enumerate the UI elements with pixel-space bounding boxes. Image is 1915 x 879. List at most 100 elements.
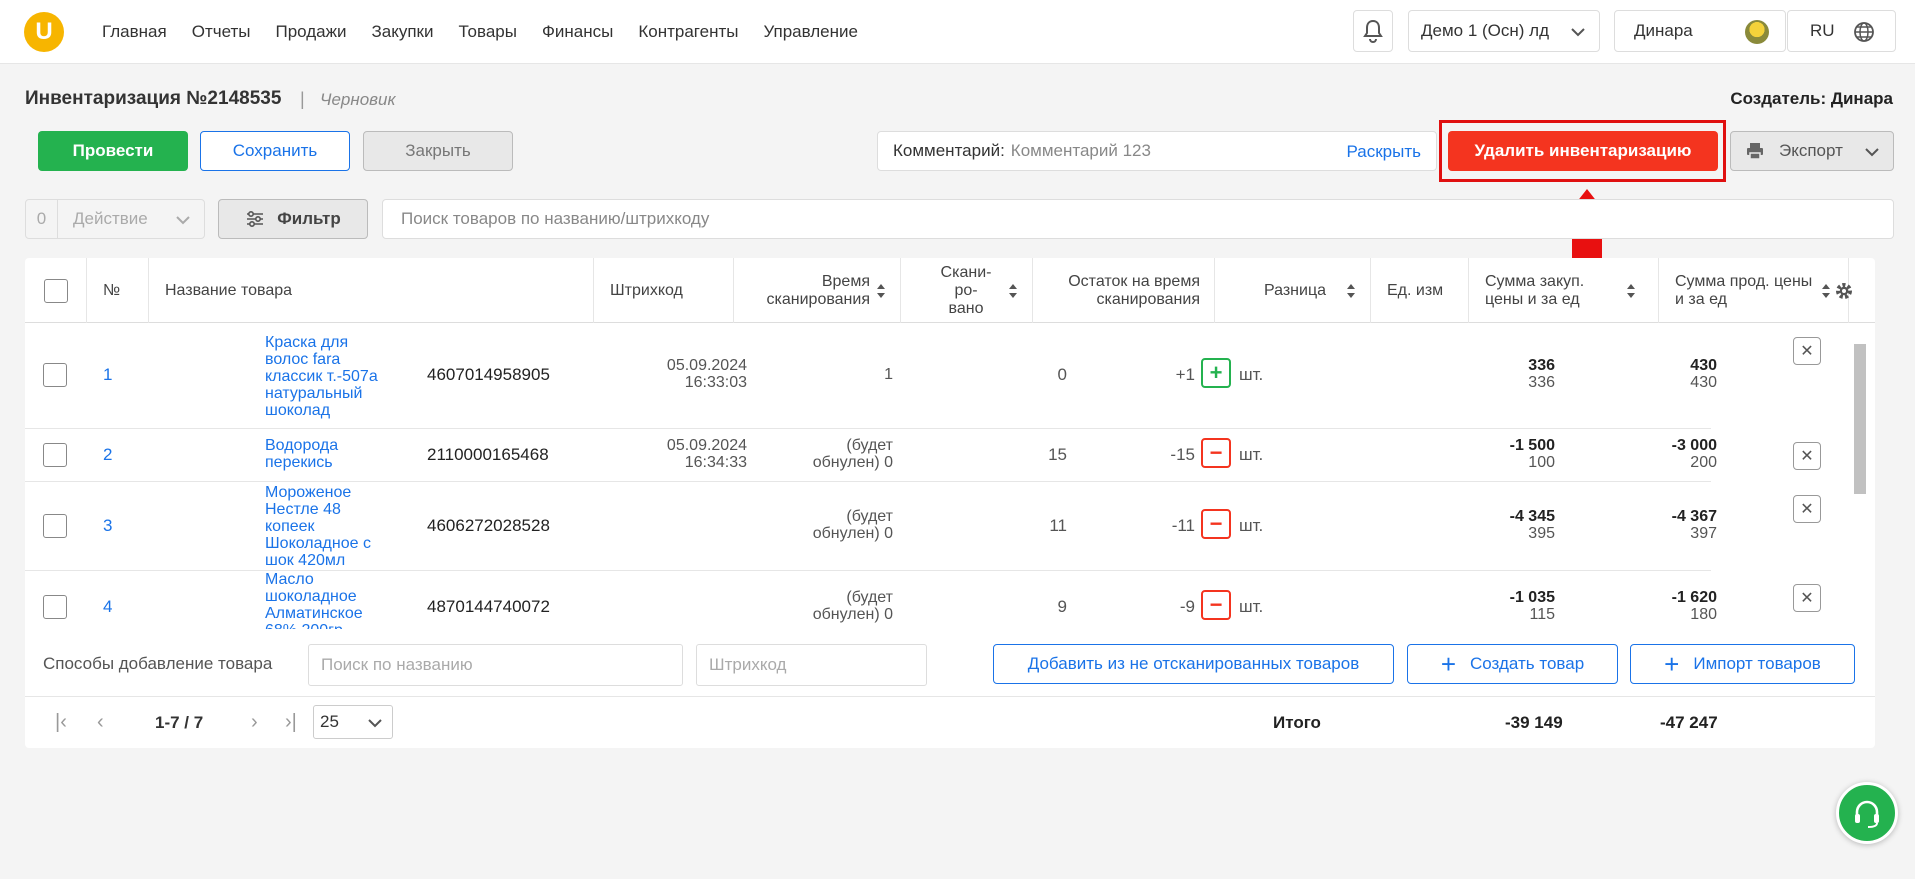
remove-row-button[interactable]: ✕ <box>1793 337 1821 365</box>
comment-value: Комментарий 123 <box>1010 141 1151 160</box>
nav-item-reports[interactable]: Отчеты <box>192 22 251 42</box>
scan-time: 16:33:03 <box>684 374 747 391</box>
import-products-button[interactable]: + Импорт товаров <box>1630 644 1855 684</box>
remove-row-button[interactable]: ✕ <box>1793 495 1821 523</box>
close-button[interactable]: Закрыть <box>363 131 513 171</box>
delete-inventory-button[interactable]: Удалить инвентаризацию <box>1448 131 1718 171</box>
support-chat-button[interactable] <box>1836 782 1898 844</box>
scanned-qty: (будет обнулен) 0 <box>812 589 893 623</box>
language-select[interactable]: RU <box>1787 10 1896 52</box>
total-purchase: -39 149 <box>1505 713 1563 732</box>
table-scrollbar[interactable] <box>1851 328 1869 626</box>
create-product-label: Создать товар <box>1470 654 1585 673</box>
stock-qty: 11 <box>1049 516 1067 535</box>
product-name-link[interactable]: Водорода перекись <box>265 437 390 471</box>
row-checkbox[interactable] <box>43 363 67 387</box>
minus-icon[interactable]: − <box>1201 509 1231 539</box>
row-number[interactable]: 1 <box>103 365 112 385</box>
header-num: № <box>87 258 149 323</box>
stock-qty: 9 <box>1057 597 1067 616</box>
last-page-icon[interactable]: ›| <box>285 711 297 734</box>
product-name-link[interactable]: Масло шоколадное Алматинское 68% 200гр <box>265 571 390 629</box>
conduct-button[interactable]: Провести <box>38 131 188 171</box>
printer-icon <box>1747 143 1763 160</box>
page-size-select[interactable]: 25 <box>313 705 393 739</box>
nav-item-purchases[interactable]: Закупки <box>371 22 433 42</box>
header-sale-label: Сумма прод. цены и за ед <box>1675 272 1813 308</box>
header-settings[interactable] <box>1836 258 1875 323</box>
header-diff[interactable]: Разница <box>1215 258 1371 323</box>
next-page-icon[interactable]: › <box>251 711 258 734</box>
scrollbar-thumb[interactable] <box>1854 344 1866 494</box>
comment-field[interactable]: Комментарий: Комментарий 123 Раскрыть <box>877 131 1437 171</box>
sort-icon <box>1009 283 1017 298</box>
row-number[interactable]: 3 <box>103 516 112 536</box>
remove-row-button[interactable]: ✕ <box>1793 584 1821 612</box>
export-button[interactable]: Экспорт <box>1730 131 1894 171</box>
user-name: Динара <box>1634 21 1693 40</box>
sale-sum: -1 620 180 <box>1617 589 1717 623</box>
prev-page-icon[interactable]: ‹ <box>97 711 104 734</box>
barcode-input[interactable]: Штрихкод <box>696 644 927 686</box>
row-checkbox[interactable] <box>43 514 67 538</box>
barcode: 4607014958905 <box>427 365 550 384</box>
filter-label: Фильтр <box>277 209 341 228</box>
add-from-unscanned-button[interactable]: Добавить из не отсканированных товаров <box>993 644 1394 684</box>
expand-link[interactable]: Раскрыть <box>1347 142 1421 162</box>
add-methods-label: Способы добавление товара <box>43 654 273 673</box>
name-search-input[interactable]: Поиск по названию <box>308 644 683 686</box>
sale-total: -4 367 <box>1671 508 1717 525</box>
bulk-action-select[interactable]: 0 Действие <box>25 199 205 239</box>
bell-icon <box>1363 19 1383 43</box>
purchase-total: 336 <box>1528 357 1555 374</box>
minus-icon[interactable]: − <box>1201 438 1231 468</box>
company-label: Демо 1 (Осн) лд <box>1421 21 1550 40</box>
purchase-total: -1 035 <box>1509 589 1555 606</box>
sale-total: -1 620 <box>1671 589 1717 606</box>
header-sale[interactable]: Сумма прод. цены и за ед <box>1659 258 1849 323</box>
avatar <box>1745 20 1769 44</box>
nav-item-contractors[interactable]: Контрагенты <box>638 22 738 42</box>
sale-total: 430 <box>1690 357 1717 374</box>
status-label: Черновик <box>320 90 396 109</box>
nav-item-sales[interactable]: Продажи <box>275 22 346 42</box>
create-product-button[interactable]: + Создать товар <box>1407 644 1618 684</box>
notifications-button[interactable] <box>1353 10 1393 52</box>
header-select-all <box>25 258 87 323</box>
nav-item-management[interactable]: Управление <box>763 22 858 42</box>
purchase-unit: 100 <box>1528 454 1555 471</box>
sliders-icon <box>247 210 264 228</box>
nav-item-goods[interactable]: Товары <box>458 22 516 42</box>
first-page-icon[interactable]: |‹ <box>55 711 67 734</box>
sort-icon <box>1822 283 1830 298</box>
nav-item-home[interactable]: Главная <box>102 22 167 42</box>
headset-icon <box>1855 800 1879 828</box>
goods-search-input[interactable]: Поиск товаров по названию/штрихкоду <box>382 199 1894 239</box>
minus-icon[interactable]: − <box>1201 590 1231 620</box>
row-number[interactable]: 2 <box>103 445 112 465</box>
plus-icon[interactable]: + <box>1201 358 1231 388</box>
row-checkbox[interactable] <box>43 595 67 619</box>
save-button[interactable]: Сохранить <box>200 131 350 171</box>
row-checkbox[interactable] <box>43 443 67 467</box>
select-all-checkbox[interactable] <box>43 278 68 303</box>
header-scanned[interactable]: Скани-ро-вано <box>901 258 1033 323</box>
table-row: 3 Мороженое Нестле 48 копеек Шоколадное … <box>25 482 1717 571</box>
main-nav: Главная Отчеты Продажи Закупки Товары Фи… <box>102 0 883 64</box>
filter-button[interactable]: Фильтр <box>218 199 368 239</box>
chevron-down-icon <box>368 719 382 728</box>
plus-icon: + <box>1664 649 1680 679</box>
header-scan-time[interactable]: Время сканирования <box>734 258 901 323</box>
row-number[interactable]: 4 <box>103 597 112 617</box>
chevron-down-icon <box>176 216 190 225</box>
remove-row-button[interactable]: ✕ <box>1793 442 1821 470</box>
company-select[interactable]: Демо 1 (Осн) лд <box>1408 10 1600 52</box>
nav-item-finance[interactable]: Финансы <box>542 22 613 42</box>
table-row: 4 Масло шоколадное Алматинское 68% 200гр… <box>25 571 1717 629</box>
user-menu[interactable]: Динара <box>1614 10 1786 52</box>
sale-sum: -3 000 200 <box>1617 437 1717 471</box>
header-purchase[interactable]: Сумма закуп. цены и за ед <box>1469 258 1659 323</box>
product-name-link[interactable]: Краска для волос fara классик т.-507а на… <box>265 323 390 429</box>
logo-icon[interactable]: U <box>24 12 64 52</box>
product-name-link[interactable]: Мороженое Нестле 48 копеек Шоколадное с … <box>265 482 390 571</box>
